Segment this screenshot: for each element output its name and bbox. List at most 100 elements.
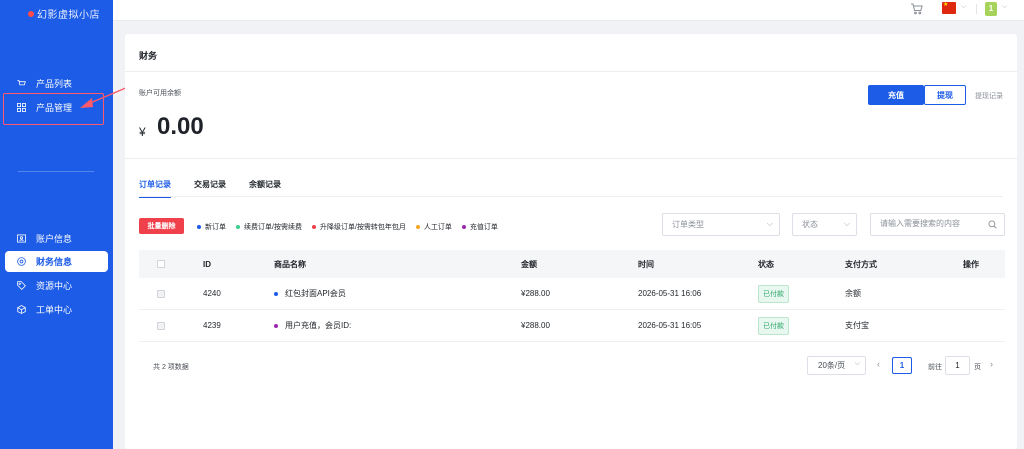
logo-text: 幻影虚拟小店 <box>37 10 100 21</box>
order-type-dot-icon <box>274 291 278 296</box>
currency-symbol: ¥ <box>139 125 146 139</box>
legend-label: 人工订单 <box>423 224 452 231</box>
status-badge: 已付款 <box>758 316 789 335</box>
legend-item: 升降级订单/按需转包年包月 <box>311 222 406 232</box>
row-checkbox-cell <box>157 310 165 341</box>
legend-dot-icon <box>236 225 240 229</box>
page-size-value: 20条/页 <box>818 361 846 370</box>
table-header: ID 商品名称 金额 时间 状态 支付方式 操作 <box>139 250 1005 278</box>
order-time: 2026-05-31 16:05 <box>638 321 702 330</box>
withdraw-button[interactable]: 提现 <box>924 85 966 105</box>
product-name: 红包封面API会员 <box>285 289 346 298</box>
search-input[interactable] <box>880 219 985 228</box>
column-header: 时间 <box>638 259 654 269</box>
table-row[interactable]: 4240 红包封面API会员 ¥288.00 2026-05-31 16:06 … <box>139 278 1005 310</box>
order-type-legend: 新订单 续费订单/按需续费 升降级订单/按需转包年包月 人工订单 充值订单 <box>197 222 498 232</box>
legend-label: 升降级订单/按需转包年包月 <box>319 224 406 231</box>
avatar[interactable]: 1 <box>985 2 997 16</box>
prev-page-icon[interactable]: ‹ <box>877 359 880 369</box>
sidebar-item-label: 产品列表 <box>36 79 73 89</box>
page-number[interactable]: 1 <box>892 357 912 374</box>
goto-label: 前往 <box>928 364 942 371</box>
tag-icon <box>17 281 26 290</box>
order-type-select[interactable]: 订单类型 ⌵ <box>662 213 780 236</box>
column-header: 操作 <box>963 259 979 269</box>
legend-label: 充值订单 <box>469 224 498 231</box>
legend-item: 充值订单 <box>461 222 498 232</box>
row-checkbox[interactable] <box>157 289 165 298</box>
divider <box>976 4 977 14</box>
column-header: ID <box>203 259 211 269</box>
sidebar-item-ticket-center[interactable]: 工单中心 <box>5 299 108 320</box>
order-type-dot-icon <box>274 323 278 328</box>
shopping-cart-icon[interactable] <box>910 2 924 16</box>
payment-method: 余额 <box>845 289 861 298</box>
tab-underline <box>139 196 1003 197</box>
status-select[interactable]: 状态 ⌵ <box>792 213 857 236</box>
table-row[interactable]: 4239 用户充值，会员ID: ¥288.00 2026-05-31 16:05… <box>139 310 1005 342</box>
legend-dot-icon <box>461 225 466 229</box>
row-checkbox[interactable] <box>157 321 165 330</box>
page-title: 财务 <box>139 51 158 61</box>
logo[interactable]: 幻影虚拟小店 <box>28 6 100 21</box>
product-name: 用户充值，会员ID: <box>285 321 352 330</box>
row-checkbox-cell <box>157 278 165 309</box>
highlight-annotation-box <box>3 93 104 125</box>
logo-icon <box>28 10 34 17</box>
finance-icon <box>17 257 26 266</box>
chevron-down-icon: ⌵ <box>854 360 860 367</box>
column-header: 支付方式 <box>845 259 877 269</box>
header-checkbox-cell <box>157 250 165 278</box>
legend-item: 新订单 <box>197 222 226 232</box>
payment-method: 支付宝 <box>845 321 869 330</box>
divider <box>125 158 1017 159</box>
column-header: 金额 <box>521 259 537 269</box>
id-card-icon <box>17 234 26 243</box>
page-unit-label: 页 <box>974 364 981 371</box>
status-placeholder: 状态 <box>802 220 818 229</box>
cn-flag-icon[interactable] <box>942 1 956 14</box>
sidebar-divider <box>18 171 94 172</box>
cart-icon <box>17 79 26 88</box>
legend-item: 续费订单/按需续费 <box>236 222 302 232</box>
column-header: 商品名称 <box>274 259 306 269</box>
recharge-button[interactable]: 充值 <box>868 85 924 105</box>
goto-page-input[interactable]: 1 <box>945 356 970 375</box>
sidebar-item-resource-center[interactable]: 资源中心 <box>5 275 108 296</box>
status-cell: 已付款 <box>758 278 789 309</box>
sidebar-item-label: 工单中心 <box>36 305 73 315</box>
search-icon[interactable] <box>988 220 997 229</box>
chevron-down-icon: ⌵ <box>843 219 850 228</box>
sidebar-item-finance[interactable]: 财务信息 <box>5 251 108 272</box>
order-amount: ¥288.00 <box>521 289 550 298</box>
chevron-down-icon: ⌵ <box>766 219 773 228</box>
top-bar: ⌵ 1 ⌵ <box>113 0 1024 21</box>
box-icon <box>17 305 26 314</box>
sidebar-item-label: 账户信息 <box>36 234 73 244</box>
order-id: 4239 <box>203 321 221 330</box>
page-size-select[interactable]: 20条/页 ⌵ <box>807 356 866 375</box>
sidebar-item-label: 资源中心 <box>36 281 73 291</box>
legend-item: 人工订单 <box>415 222 452 232</box>
next-page-icon[interactable]: › <box>990 359 993 369</box>
sidebar-item-account-info[interactable]: 账户信息 <box>5 228 108 249</box>
product-name-cell: 用户充值，会员ID: <box>274 310 351 341</box>
finance-card: 财务 账户可用余额 ¥ 0.00 充值 提现 提现记录 订单记录 交易记录 余额… <box>125 34 1017 449</box>
product-name-cell: 红包封面API会员 <box>274 278 346 309</box>
legend-dot-icon <box>311 225 316 229</box>
batch-delete-button[interactable]: 批量删除 <box>139 218 184 234</box>
status-cell: 已付款 <box>758 310 789 341</box>
balance-label: 账户可用余额 <box>139 90 181 97</box>
legend-dot-icon <box>197 225 201 229</box>
select-all-checkbox[interactable] <box>157 260 165 268</box>
sidebar-item-label: 财务信息 <box>36 257 73 267</box>
sidebar-item-product-list[interactable]: 产品列表 <box>5 73 108 94</box>
column-header: 状态 <box>758 259 774 269</box>
order-id: 4240 <box>203 289 221 298</box>
withdraw-record-link[interactable]: 提现记录 <box>975 91 1003 101</box>
card-header: 财务 <box>125 34 1017 72</box>
chevron-down-icon[interactable]: ⌵ <box>1002 3 1007 11</box>
chevron-down-icon[interactable]: ⌵ <box>961 3 966 11</box>
sidebar: 幻影虚拟小店 产品列表 产品管理 账户信息 财务信息 资源中心 工单中心 <box>0 0 113 449</box>
legend-label: 续费订单/按需续费 <box>244 224 302 231</box>
